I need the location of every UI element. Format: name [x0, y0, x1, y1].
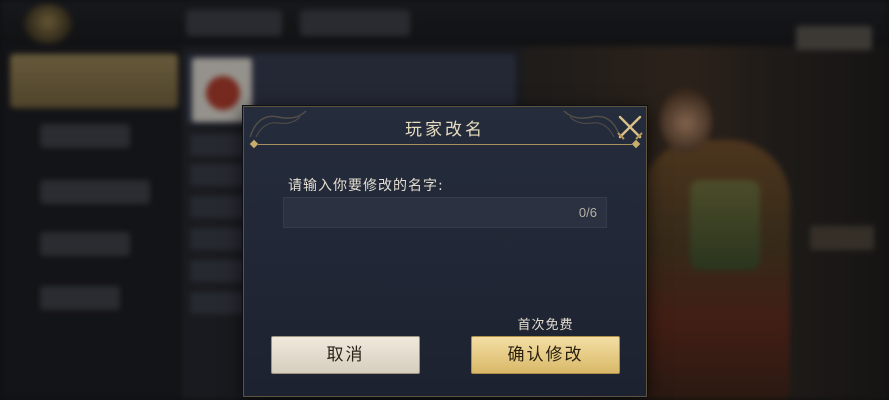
- cancel-button[interactable]: 取消: [271, 336, 420, 374]
- dialog-title: 玩家改名: [405, 120, 485, 140]
- name-input[interactable]: [290, 202, 544, 226]
- close-swords-icon[interactable]: [616, 113, 644, 141]
- name-field[interactable]: 0/6: [283, 197, 607, 228]
- rename-dialog: 玩家改名 请输入你要修改的名字: 0/6 首次免费 取消 确认修改: [243, 106, 647, 397]
- divider-diamond-icon: [631, 139, 641, 149]
- title-divider: [258, 144, 632, 145]
- confirm-rename-button[interactable]: 确认修改: [471, 336, 620, 374]
- first-time-free-note: 首次免费: [517, 318, 574, 333]
- divider-diamond-icon: [249, 139, 259, 149]
- name-prompt-label: 请输入你要修改的名字:: [288, 178, 444, 194]
- char-counter: 0/6: [578, 205, 597, 220]
